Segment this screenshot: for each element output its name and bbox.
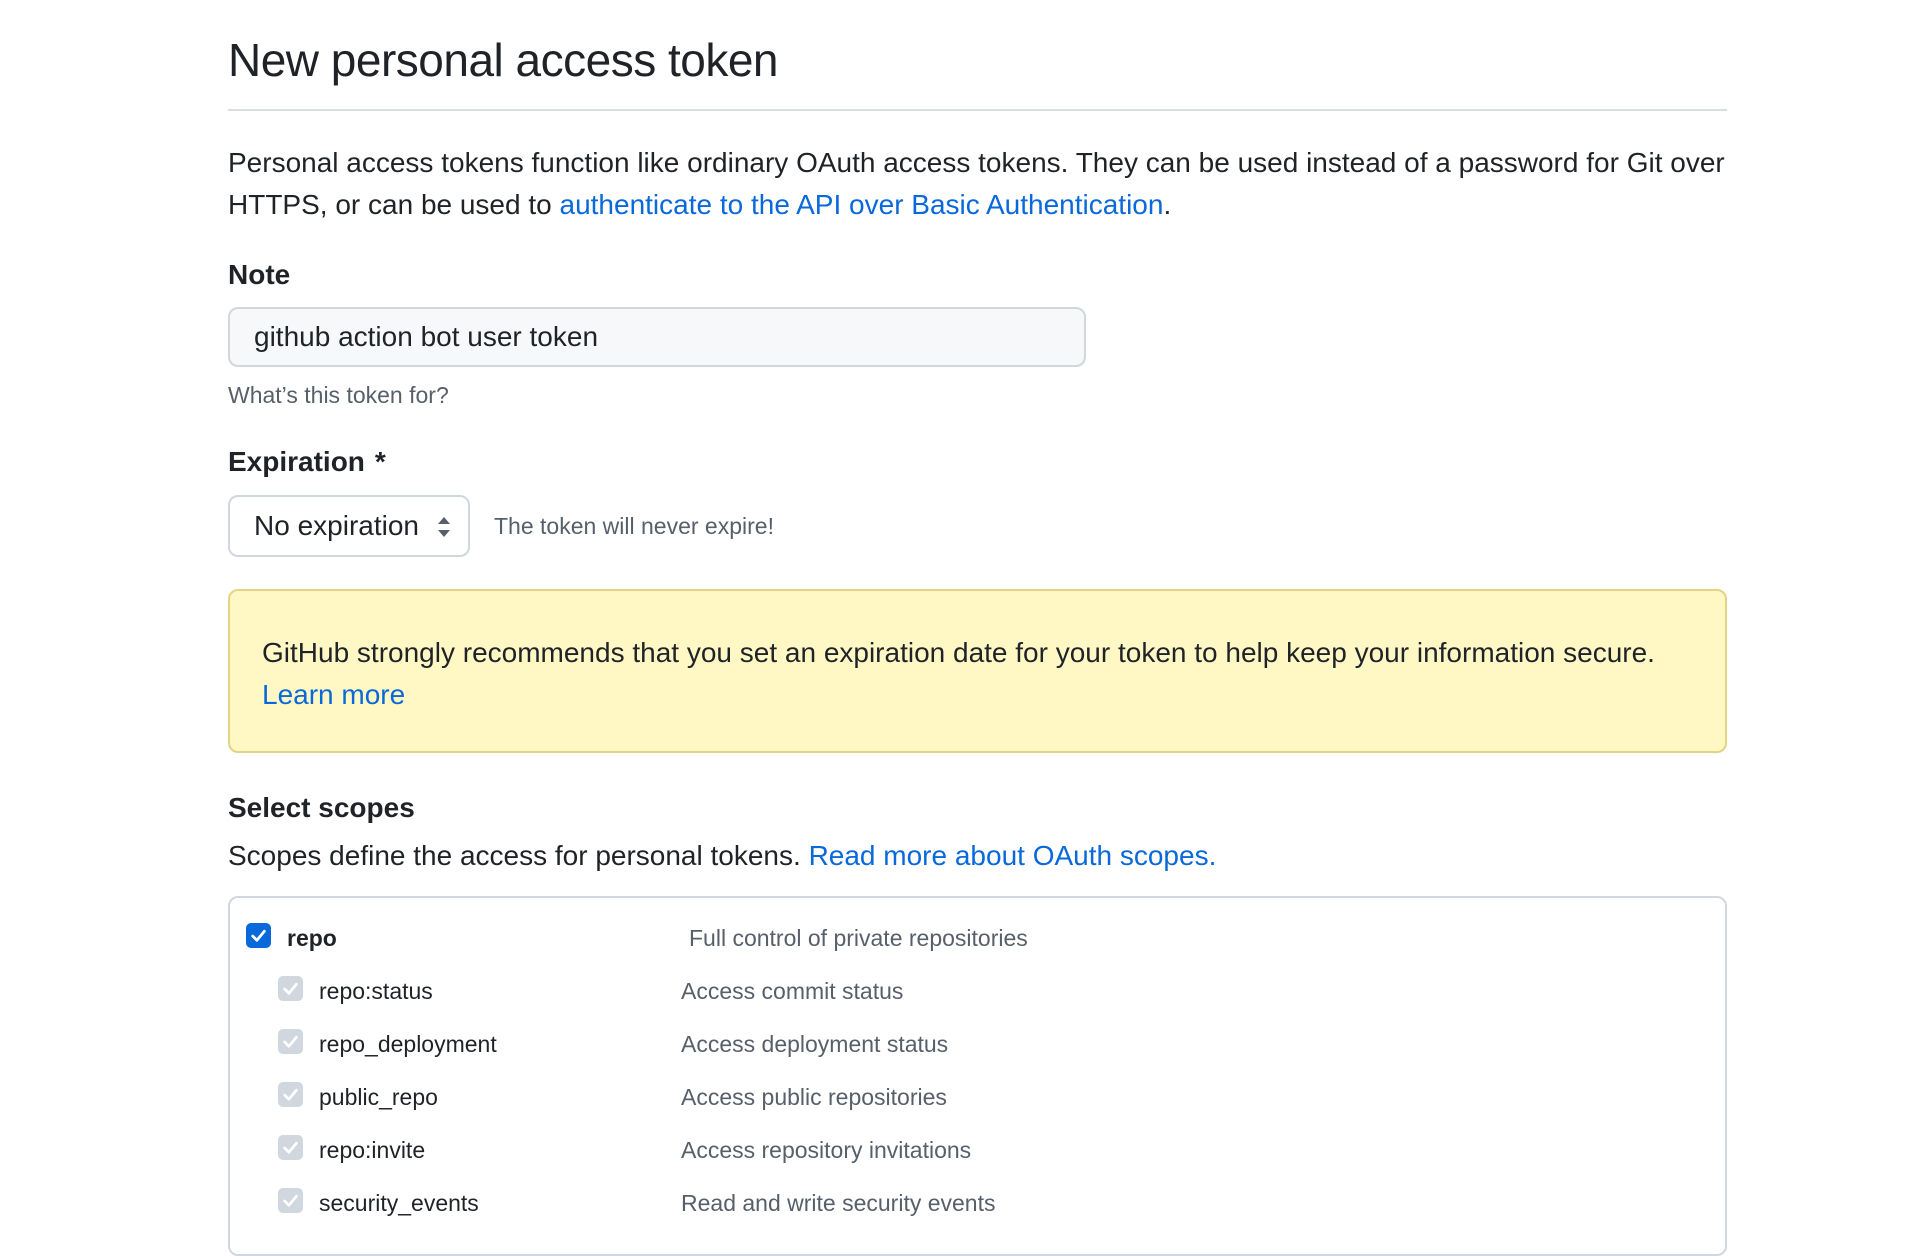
required-marker: * [374,446,386,477]
checkmark-icon [283,1088,298,1101]
scope-name: security_events [319,1190,479,1216]
oauth-scopes-link[interactable]: Read more about OAuth scopes. [809,840,1217,871]
learn-more-link[interactable]: Learn more [262,679,405,710]
scope-checkbox-repo-deployment[interactable] [278,1029,303,1054]
scope-name: public_repo [319,1084,438,1110]
note-hint: What’s this token for? [228,382,449,408]
expiration-select[interactable]: No expiration [228,495,470,557]
note-label: Note [228,259,291,290]
scope-checkbox-repo-invite[interactable] [278,1135,303,1160]
select-caret-icon [438,517,450,537]
scopes-description: Scopes define the access for personal to… [228,836,1216,876]
checkmark-icon [283,1141,298,1154]
scope-name: repo:status [319,978,433,1004]
checkmark-icon [283,982,298,995]
expiration-selected-value: No expiration [254,510,419,541]
scope-row-security-events: security_events Read and write security … [230,1180,1725,1220]
scope-row-public-repo: public_repo Access public repositories [230,1074,1725,1114]
scope-checkbox-repo[interactable] [246,923,271,948]
scope-description: Full control of private repositories [689,925,1028,951]
expiration-warning-banner: GitHub strongly recommends that you set … [228,589,1727,753]
scope-description: Access commit status [681,978,904,1004]
scope-name: repo:invite [319,1137,426,1163]
expiration-label: Expiration * [228,444,386,480]
title-divider [228,109,1727,111]
checkmark-icon [251,929,266,942]
scope-row-repo-invite: repo:invite Access repository invitation… [230,1127,1725,1167]
scope-row-repo-deployment: repo_deployment Access deployment status [230,1021,1725,1061]
checkmark-icon [283,1194,298,1207]
expiration-hint: The token will never expire! [494,513,774,539]
scope-description: Access public repositories [681,1084,947,1110]
expiration-label-text: Expiration [228,446,365,477]
scope-description: Read and write security events [681,1190,996,1216]
scopes-description-text: Scopes define the access for personal to… [228,840,809,871]
scope-checkbox-security-events[interactable] [278,1188,303,1213]
scope-row-repo: repo Full control of private repositorie… [230,915,1725,955]
intro-end: . [1163,189,1172,220]
scope-name: repo_deployment [319,1031,497,1057]
scopes-table: repo Full control of private repositorie… [228,896,1727,1256]
note-input[interactable] [228,307,1086,367]
scope-name: repo [287,925,337,951]
scope-row-repo-status: repo:status Access commit status [230,968,1725,1008]
select-scopes-heading: Select scopes [228,792,415,823]
scope-description: Access repository invitations [681,1137,972,1163]
basic-auth-link[interactable]: authenticate to the API over Basic Authe… [560,189,1164,220]
scope-checkbox-repo-status[interactable] [278,976,303,1001]
checkmark-icon [283,1035,298,1048]
page-title: New personal access token [228,34,779,86]
scope-checkbox-public-repo[interactable] [278,1082,303,1107]
scope-description: Access deployment status [681,1031,949,1057]
intro-paragraph: Personal access tokens function like ord… [228,142,1727,226]
warning-text: GitHub strongly recommends that you set … [262,637,1655,668]
